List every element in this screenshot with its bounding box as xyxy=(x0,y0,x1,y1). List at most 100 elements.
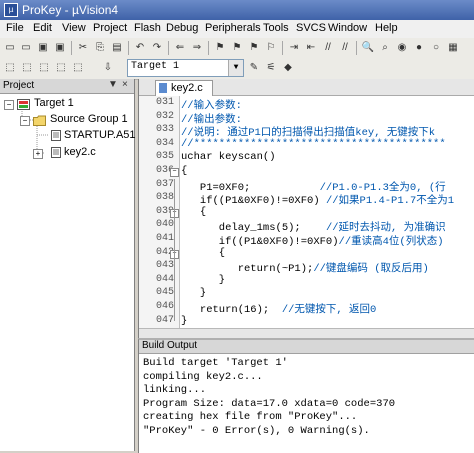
build-output-line: compiling key2.c... xyxy=(143,370,263,383)
code-line: } xyxy=(181,273,226,286)
build-output-panel: Build Output Build target 'Target 1' comp… xyxy=(138,338,474,453)
find-in-files-icon[interactable]: 🔍 xyxy=(361,41,375,55)
debug-icon[interactable]: ◉ xyxy=(395,41,409,55)
tree-item-file[interactable]: STARTUP.A51 xyxy=(64,129,136,141)
tab-label: key2.c xyxy=(171,82,203,94)
standard-toolbar: ▭ ▭ ▣ ▣ ✂ ⎘ ▤ ↶ ↷ ⇐ ⇒ ⚑ ⚑ ⚑ ⚐ ⇥ ⇤ // // … xyxy=(0,38,474,59)
menu-help[interactable]: Help xyxy=(375,22,398,34)
toolbar-separator xyxy=(282,41,283,55)
target-options-icon[interactable]: ✎ xyxy=(247,61,261,75)
nav-forward-icon[interactable]: ⇒ xyxy=(190,41,204,55)
code-area[interactable]: 031//输入参数: 032//输出参数: 033//说明: 通过P1口的扫描得出扫… xyxy=(139,96,474,328)
cut-icon[interactable]: ✂ xyxy=(76,41,90,55)
rebuild-icon[interactable]: ⬚ xyxy=(37,61,51,75)
menu-bar: File Edit View Project Flash Debug Perip… xyxy=(0,20,474,39)
build-output-line: Program Size: data=17.0 xdata=0 code=370 xyxy=(143,397,396,410)
expand-file-toggle[interactable]: + xyxy=(33,149,43,159)
line-number: 032 xyxy=(156,110,175,122)
window-layout-icon[interactable]: ▦ xyxy=(446,41,460,55)
bookmark-icon[interactable]: ⚑ xyxy=(213,41,227,55)
toolbar-separator xyxy=(168,41,169,55)
line-number: 034 xyxy=(156,137,175,149)
menu-peripherals[interactable]: Peripherals xyxy=(205,22,261,34)
code-line: uchar keyscan() xyxy=(181,151,276,164)
save-all-icon[interactable]: ▣ xyxy=(53,41,67,55)
breakpoint-icon[interactable]: ● xyxy=(412,41,426,55)
menu-svcs[interactable]: SVCS xyxy=(296,22,326,34)
build-output-line: creating hex file from "ProKey"... xyxy=(143,411,358,423)
save-icon[interactable]: ▣ xyxy=(36,41,50,55)
toolbar-separator xyxy=(71,41,72,55)
comment-icon[interactable]: // xyxy=(321,41,335,55)
app-icon: µ xyxy=(4,3,18,17)
disable-breakpoint-icon[interactable]: ○ xyxy=(429,41,443,55)
line-number: 035 xyxy=(156,151,175,163)
nav-back-icon[interactable]: ⇐ xyxy=(173,41,187,55)
folder-icon xyxy=(33,115,46,126)
find-icon[interactable]: ⌕ xyxy=(378,41,392,55)
tree-item-file[interactable]: key2.c xyxy=(64,146,96,158)
translate-icon[interactable]: ⬚ xyxy=(3,61,17,75)
indent-icon[interactable]: ⇥ xyxy=(287,41,301,55)
menu-flash[interactable]: Flash xyxy=(134,22,161,34)
chevron-down-icon[interactable]: ▼ xyxy=(228,60,243,76)
copy-icon[interactable]: ⎘ xyxy=(93,41,107,55)
menu-window[interactable]: Window xyxy=(328,22,367,34)
bookmark-next-icon[interactable]: ⚑ xyxy=(247,41,261,55)
open-file-icon[interactable]: ▭ xyxy=(19,41,33,55)
fold-guide xyxy=(174,219,175,294)
editor-tab-strip: key2.c xyxy=(139,79,474,96)
target-select-value: Target 1 xyxy=(131,61,180,72)
download-icon[interactable]: ⇩ xyxy=(101,61,115,75)
toolbar-separator xyxy=(208,41,209,55)
uncomment-icon[interactable]: // xyxy=(338,41,352,55)
menu-project[interactable]: Project xyxy=(93,22,127,34)
title-bar: µ ProKey - µVision4 xyxy=(0,0,474,20)
collapse-group-toggle[interactable]: − xyxy=(20,116,30,126)
code-line: } xyxy=(181,314,188,327)
build-icon[interactable]: ⬚ xyxy=(20,61,34,75)
menu-debug[interactable]: Debug xyxy=(166,22,198,34)
target-select[interactable]: Target 1 ▼ xyxy=(127,59,244,77)
unindent-icon[interactable]: ⇤ xyxy=(304,41,318,55)
menu-edit[interactable]: Edit xyxy=(33,22,52,34)
file-extensions-icon[interactable]: ⚟ xyxy=(264,61,278,75)
build-output-title: Build Output xyxy=(142,340,198,351)
stop-build-icon[interactable]: ⬚ xyxy=(71,61,85,75)
build-output-line: "ProKey" - 0 Error(s), 0 Warning(s). xyxy=(143,424,370,437)
menu-view[interactable]: View xyxy=(62,22,86,34)
build-toolbar: ⬚ ⬚ ⬚ ⬚ ⬚ ⇩ Target 1 ▼ ✎ ⚟ ◆ xyxy=(0,58,474,80)
tab-key2c[interactable]: key2.c xyxy=(155,80,213,96)
new-file-icon[interactable]: ▭ xyxy=(3,41,17,55)
line-number: 031 xyxy=(156,97,175,108)
build-output-line: linking... xyxy=(143,384,207,396)
undo-icon[interactable]: ↶ xyxy=(133,41,147,55)
tree-item-source-group[interactable]: Source Group 1 xyxy=(50,113,128,125)
fold-guide xyxy=(174,260,175,280)
redo-icon[interactable]: ↷ xyxy=(150,41,164,55)
c-file-icon xyxy=(51,147,61,158)
bookmark-prev-icon[interactable]: ⚑ xyxy=(230,41,244,55)
code-line: if((P1&0XF0)!=0XF0) //如果P1.4-P1.7不全为1 xyxy=(181,195,455,208)
batch-build-icon[interactable]: ⬚ xyxy=(54,61,68,75)
asm-file-icon xyxy=(51,130,61,141)
fold-toggle[interactable]: − xyxy=(170,168,179,177)
paste-icon[interactable]: ▤ xyxy=(110,41,124,55)
toolbar-separator xyxy=(128,41,129,55)
menu-file[interactable]: File xyxy=(6,22,24,34)
menu-tools[interactable]: Tools xyxy=(263,22,289,34)
window-title: ProKey - µVision4 xyxy=(22,3,119,17)
toolbar-separator xyxy=(356,41,357,55)
horizontal-scrollbar[interactable] xyxy=(139,328,474,338)
project-panel: Project ▼ × − Target 1 − Source Group 1 … xyxy=(0,79,136,451)
manage-components-icon[interactable]: ◆ xyxy=(281,61,295,75)
bookmark-clear-icon[interactable]: ⚐ xyxy=(264,41,278,55)
build-output-line: Build target 'Target 1' xyxy=(143,357,288,369)
line-number: 033 xyxy=(156,124,175,136)
build-output-header: Build Output xyxy=(139,340,474,354)
c-file-icon xyxy=(159,83,167,93)
code-line: { xyxy=(181,205,207,218)
code-editor: key2.c 031//输入参数: 032//输出参数: 033//说明: 通过P1… xyxy=(138,79,474,338)
code-line: //**************************************… xyxy=(181,137,446,150)
code-line: } xyxy=(181,287,207,300)
